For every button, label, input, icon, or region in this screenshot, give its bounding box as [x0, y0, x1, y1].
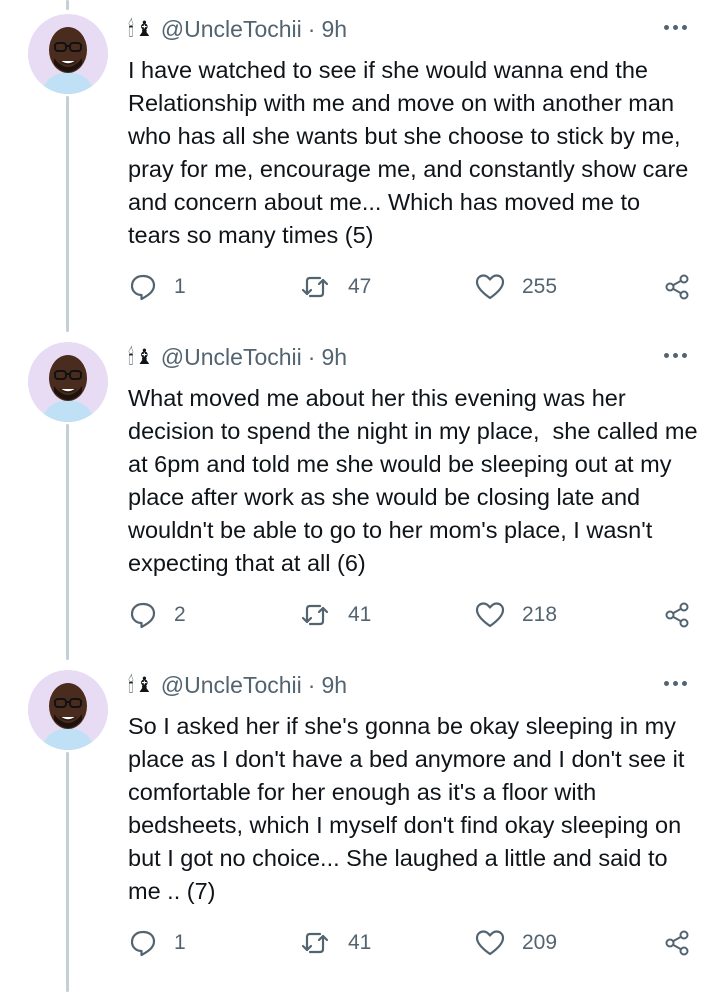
share-icon [665, 274, 689, 300]
tweet-header: 🕯♝ @UncleTochii · 9h [128, 670, 347, 700]
heart-icon [475, 602, 505, 628]
tweet-time[interactable]: 9h [321, 672, 347, 699]
tweet-header: 🕯♝ @UncleTochii · 9h [128, 14, 347, 44]
name-emoji: 🕯♝ [128, 17, 155, 41]
reply-button[interactable]: 2 [128, 598, 186, 632]
retweet-count: 47 [348, 275, 372, 298]
tweet-actions: 1 41 209 [128, 926, 698, 960]
avatar[interactable] [28, 342, 108, 422]
reply-count: 1 [174, 275, 186, 298]
avatar[interactable] [28, 14, 108, 94]
retweet-icon [301, 932, 329, 954]
user-handle[interactable]: @UncleTochii [161, 16, 302, 43]
memoji-avatar-image [28, 342, 108, 422]
tweet-text: So I asked her if she's gonna be okay sl… [128, 713, 691, 904]
name-emoji: 🕯♝ [128, 345, 155, 369]
avatar[interactable] [28, 670, 108, 750]
share-button[interactable] [662, 270, 692, 304]
retweet-count: 41 [348, 603, 372, 626]
header-separator: · [307, 15, 316, 42]
share-icon [665, 930, 689, 956]
reply-button[interactable]: 1 [128, 926, 186, 960]
tweet-text: I have watched to see if she would wanna… [128, 57, 695, 248]
reply-icon [130, 602, 156, 629]
like-count: 255 [522, 275, 558, 298]
like-count: 218 [522, 603, 558, 626]
like-button[interactable]: 209 [474, 926, 557, 960]
thread-line [66, 424, 69, 660]
name-emoji: 🕯♝ [128, 673, 155, 697]
memoji-avatar-image [28, 670, 108, 750]
retweet-button[interactable]: 41 [298, 598, 371, 632]
header-separator: · [307, 671, 316, 698]
more-options-icon[interactable] [664, 20, 690, 34]
reply-count: 1 [174, 931, 186, 954]
tweet-time[interactable]: 9h [321, 16, 347, 43]
tweet-actions: 2 41 218 [128, 598, 698, 632]
share-icon [665, 602, 689, 628]
retweet-count: 41 [348, 931, 372, 954]
reply-icon [130, 274, 156, 301]
heart-icon [475, 930, 505, 956]
tweet-header: 🕯♝ @UncleTochii · 9h [128, 342, 347, 372]
header-separator: · [307, 343, 316, 370]
retweet-icon [301, 276, 329, 298]
heart-icon [475, 274, 505, 300]
more-options-icon[interactable] [664, 676, 690, 690]
retweet-button[interactable]: 41 [298, 926, 371, 960]
reply-icon [130, 930, 156, 957]
thread-line [66, 96, 69, 332]
thread-line [66, 0, 69, 10]
like-count: 209 [522, 931, 558, 954]
like-button[interactable]: 255 [474, 270, 557, 304]
retweet-button[interactable]: 47 [298, 270, 371, 304]
reply-button[interactable]: 1 [128, 270, 186, 304]
retweet-icon [301, 604, 329, 626]
memoji-avatar-image [28, 14, 108, 94]
reply-count: 2 [174, 603, 186, 626]
thread-line [66, 752, 69, 992]
tweet-time[interactable]: 9h [321, 344, 347, 371]
tweet-text: What moved me about her this evening was… [128, 385, 705, 576]
user-handle[interactable]: @UncleTochii [161, 344, 302, 371]
more-options-icon[interactable] [664, 348, 690, 362]
share-button[interactable] [662, 598, 692, 632]
share-button[interactable] [662, 926, 692, 960]
tweet-actions: 1 47 255 [128, 270, 698, 304]
like-button[interactable]: 218 [474, 598, 557, 632]
user-handle[interactable]: @UncleTochii [161, 672, 302, 699]
